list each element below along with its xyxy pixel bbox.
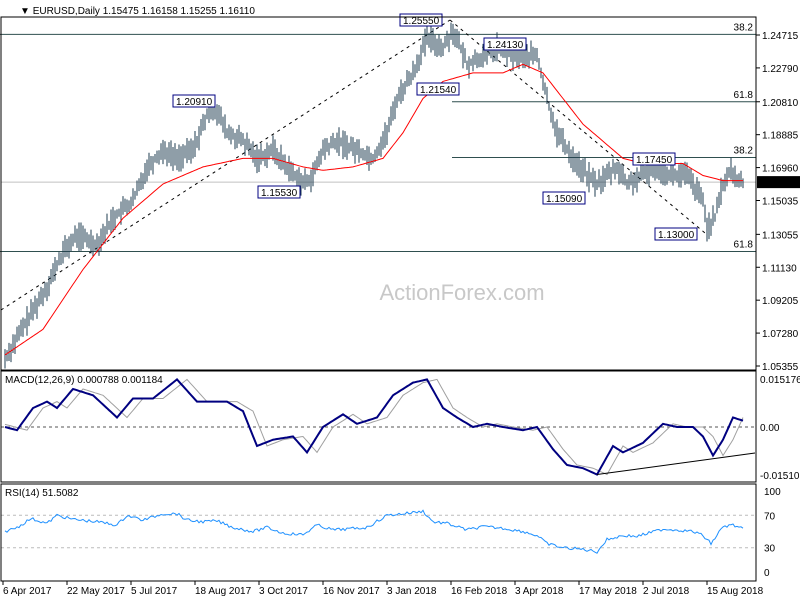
price-label: 1.24130: [487, 40, 524, 51]
current-price-label: 1.16110: [761, 178, 797, 189]
rsi-tick-label: 100: [764, 487, 781, 498]
x-tick-label: 2 Jul 2018: [643, 586, 690, 597]
fibonacci-level-label: 38.2: [734, 146, 754, 157]
rsi-tick-label: 30: [764, 544, 776, 555]
y-tick-label: 1.09205: [762, 296, 799, 307]
y-tick-label: 1.07280: [762, 329, 799, 340]
x-tick-label: 6 Apr 2017: [3, 586, 52, 597]
y-tick-label: 1.24715: [762, 31, 799, 42]
y-tick-label: 1.16960: [762, 164, 799, 175]
x-tick-label: 17 May 2018: [579, 586, 637, 597]
x-tick-label: 16 Nov 2017: [323, 586, 380, 597]
macd-tick-label: -0.01510: [760, 471, 800, 482]
x-tick-label: 3 Jan 2018: [387, 586, 437, 597]
x-tick-label: 16 Feb 2018: [451, 586, 508, 597]
chart-header: ▼ EURUSD,Daily 1.15475 1.16158 1.15255 1…: [20, 6, 255, 17]
chart-canvas[interactable]: ▼ EURUSD,Daily 1.15475 1.16158 1.15255 1…: [0, 0, 800, 600]
x-tick-label: 22 May 2017: [67, 586, 125, 597]
y-tick-label: 1.11130: [762, 263, 797, 274]
macd-tick-label: 0.015176: [760, 375, 800, 386]
price-label: 1.13000: [658, 230, 695, 241]
price-label: 1.25550: [403, 16, 440, 27]
ohlc-readout: 1.15475 1.16158 1.15255 1.16110: [103, 6, 256, 17]
chart-window: ▼ EURUSD,Daily 1.15475 1.16158 1.15255 1…: [0, 0, 800, 600]
collapse-triangle-icon: ▼: [20, 6, 33, 17]
y-tick-label: 1.20810: [762, 98, 799, 109]
rsi-tick-label: 70: [764, 511, 776, 522]
pane-border-0: [0, 16, 757, 371]
y-tick-label: 1.13055: [762, 230, 799, 241]
x-tick-label: 15 Aug 2018: [707, 586, 764, 597]
rsi-tick-label: 0: [764, 568, 770, 579]
price-label: 1.20910: [176, 97, 213, 108]
x-tick-label: 5 Jul 2017: [131, 586, 178, 597]
y-tick-label: 1.15035: [762, 196, 799, 207]
price-label: 1.15090: [546, 194, 583, 205]
price-label: 1.15530: [261, 188, 298, 199]
price-label: 1.21540: [420, 85, 457, 96]
y-tick-label: 1.22790: [762, 64, 799, 75]
moving-average-line: [4, 63, 743, 356]
y-tick-label: 1.18885: [762, 131, 799, 142]
macd-tick-label: 0.00: [760, 423, 780, 434]
fibonacci-level-label: 61.8: [734, 90, 754, 101]
fibonacci-level-label: 38.2: [734, 22, 754, 33]
macd-title: MACD(12,26,9) 0.000788 0.001184: [5, 375, 163, 386]
rsi-line: [4, 509, 744, 554]
x-tick-label: 3 Apr 2018: [515, 586, 564, 597]
x-tick-label: 18 Aug 2017: [195, 586, 252, 597]
pane-border-1: [0, 370, 757, 483]
macd-trendline: [596, 452, 756, 476]
y-tick-label: 1.05355: [762, 362, 799, 373]
price-label: 1.17450: [636, 155, 673, 166]
pane-border-2: [0, 483, 757, 582]
fibonacci-level-label: 61.8: [734, 240, 754, 251]
x-tick-label: 3 Oct 2017: [259, 586, 308, 597]
trendline: [0, 19, 451, 311]
symbol-label: EURUSD,Daily: [33, 6, 100, 17]
watermark: ActionForex.com: [379, 280, 544, 305]
rsi-title: RSI(14) 51.5082: [5, 488, 79, 499]
